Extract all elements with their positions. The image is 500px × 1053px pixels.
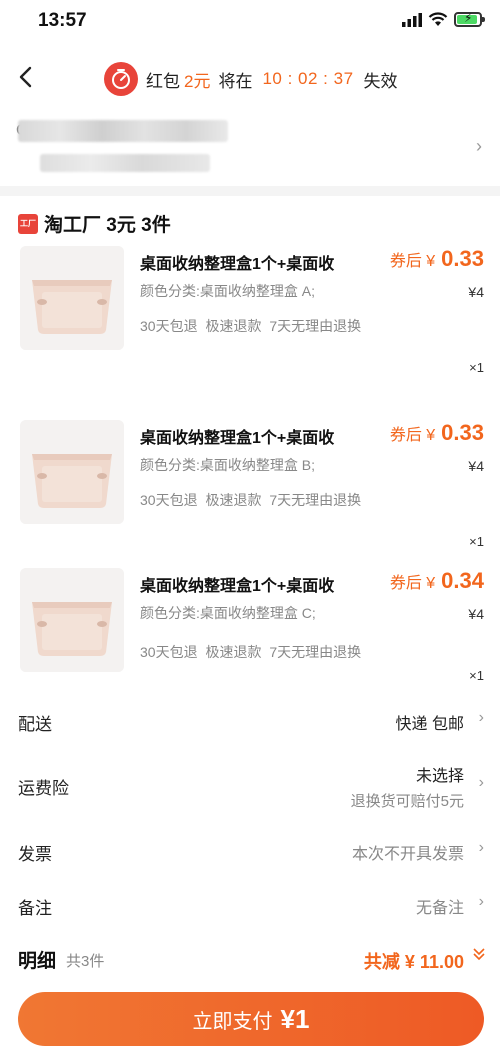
section-divider [0,186,500,196]
expire-prefix: 将在 [218,71,253,91]
nav-bar: 红包 2元 将在 10 : 02 : 37 失效 [0,50,500,106]
product-service-tags: 30天包退 极速退款 7天无理由退换 [140,492,362,508]
shop-header[interactable]: 工厂 淘工厂 3元 3件 [18,210,171,237]
pay-now-button[interactable]: 立即支付 ¥1 [18,992,484,1046]
product-spec[interactable]: 颜色分类:桌面收纳整理盒 C; [140,604,340,623]
chevron-right-icon: › [478,893,484,910]
product-image[interactable] [20,568,124,672]
product-title: 桌面收纳整理盒1个+桌面收 [140,578,335,595]
insurance-row[interactable]: 运费险 未选择 退换货可赔付5元 › [0,758,500,814]
remark-label: 备注 [18,899,52,918]
invoice-label: 发票 [18,845,52,864]
product-original-price: ¥4 [468,606,484,622]
chevron-right-icon: › [478,774,484,791]
chevron-double-down-icon [472,946,486,967]
product-original-price: ¥4 [468,284,484,300]
product-item[interactable]: 桌面收纳整理盒1个+桌面收 券后 ¥0.33 颜色分类:桌面收纳整理盒 B; ¥… [0,420,500,580]
redpacket-label: 红包 [146,71,180,91]
insurance-subtext: 退换货可赔付5元 [350,793,464,810]
product-original-price: ¥4 [468,458,484,474]
summary-count: 共3件 [66,953,105,970]
pay-button-label: 立即支付 [192,1010,273,1033]
status-time: 13:57 [38,10,87,31]
status-bar: 13:57 ⚡ [0,0,500,44]
shop-icon: 工厂 [18,213,38,234]
recipient-line-redacted [40,154,210,172]
insurance-value: 未选择 [415,768,464,785]
product-title: 桌面收纳整理盒1个+桌面收 [140,256,335,273]
product-image[interactable] [20,420,124,524]
redpacket-icon [104,62,138,96]
expire-suffix: 失效 [363,71,398,91]
countdown-timer: 10 : 02 : 37 [262,69,354,88]
product-quantity: ×1 [469,534,484,549]
pay-button-amount: ¥1 [280,1003,310,1034]
shop-name: 淘工厂 3元 3件 [44,215,171,236]
remark-value: 无备注 [415,900,464,917]
product-quantity: ×1 [469,360,484,375]
product-title: 桌面收纳整理盒1个+桌面收 [140,430,335,447]
invoice-row[interactable]: 发票 本次不开具发票 › [0,830,500,870]
order-summary[interactable]: 明细 共3件 共减 ¥ 11.00 [0,930,500,986]
product-image[interactable] [20,246,124,350]
summary-discount: 共减 ¥ 11.00 [363,952,464,972]
product-spec[interactable]: 颜色分类:桌面收纳整理盒 B; [140,456,340,475]
address-section[interactable]: C › [0,108,500,188]
redpacket-countdown[interactable]: 红包 2元 将在 10 : 02 : 37 失效 [104,62,398,96]
insurance-label: 运费险 [18,779,69,798]
delivery-label: 配送 [18,715,52,734]
battery-icon: ⚡ [454,11,485,27]
wifi-icon [428,12,448,26]
redpacket-amount: 2元 [184,71,211,91]
remark-row[interactable]: 备注 无备注 › [0,884,500,924]
delivery-row[interactable]: 配送 快递 包邮 › [0,700,500,740]
chevron-right-icon: › [478,709,484,726]
chevron-right-icon: › [476,136,482,156]
product-price: 券后 ¥0.34 [389,568,484,593]
product-price: 券后 ¥0.33 [389,420,484,445]
product-price: 券后 ¥0.33 [389,246,484,271]
status-icons: ⚡ [402,11,485,27]
chevron-right-icon: › [478,839,484,856]
product-spec[interactable]: 颜色分类:桌面收纳整理盒 A; [140,282,340,301]
back-button[interactable] [12,62,42,92]
chevron-left-icon [19,66,32,88]
signal-icon [402,12,422,27]
product-item[interactable]: 桌面收纳整理盒1个+桌面收 券后 ¥0.33 颜色分类:桌面收纳整理盒 A; ¥… [0,246,500,406]
delivery-value: 快递 包邮 [395,716,464,733]
product-service-tags: 30天包退 极速退款 7天无理由退换 [140,644,362,660]
invoice-value: 本次不开具发票 [351,846,464,863]
product-quantity: ×1 [469,668,484,683]
summary-title: 明细 [18,951,57,972]
address-line-redacted [18,120,228,142]
product-service-tags: 30天包退 极速退款 7天无理由退换 [140,318,362,334]
